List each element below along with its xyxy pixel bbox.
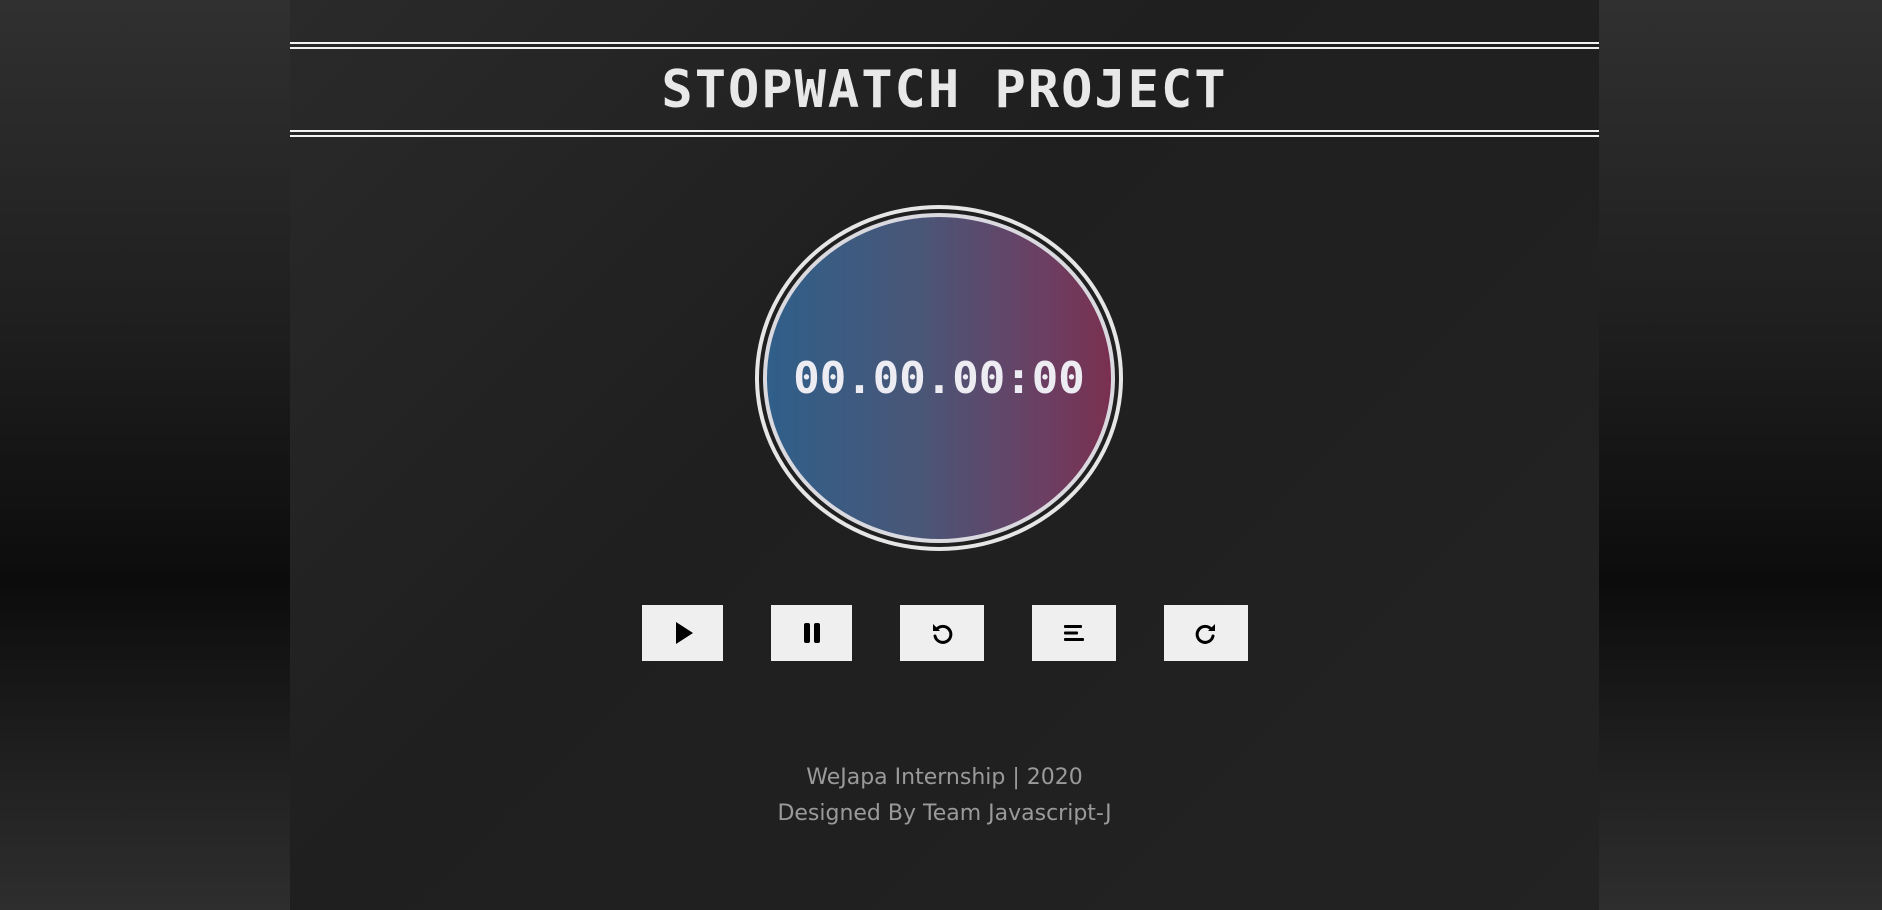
header-rule-top-1 [290,42,1599,44]
start-button[interactable] [642,605,723,661]
header: STOPWATCH PROJECT [290,42,1599,138]
footer-designer: Designed By Team Javascript-J [777,801,1112,826]
reset-button[interactable] [900,605,984,661]
resume-button[interactable] [1164,605,1248,661]
undo-icon [929,620,955,646]
time-display: 00.00.00:00 [793,352,1085,404]
header-rule-bottom-2 [290,135,1599,137]
pause-icon [799,620,825,646]
list-icon [1061,620,1087,646]
control-bar [290,605,1599,661]
footer: WeJapa Internship | 2020 Designed By Tea… [290,760,1599,832]
stopwatch-dial: 00.00.00:00 [755,205,1123,551]
lap-button[interactable] [1032,605,1116,661]
play-icon [670,620,696,646]
footer-credit: WeJapa Internship | 2020 [806,765,1083,790]
redo-icon [1193,620,1219,646]
page-title: STOPWATCH PROJECT [661,60,1228,120]
header-rule-top-2 [290,47,1599,49]
stopwatch-face: 00.00.00:00 [763,213,1115,543]
header-rule-bottom-1 [290,130,1599,132]
app-panel: STOPWATCH PROJECT 00.00.00:00 WeJapa Int… [290,0,1599,910]
pause-button[interactable] [771,605,852,661]
